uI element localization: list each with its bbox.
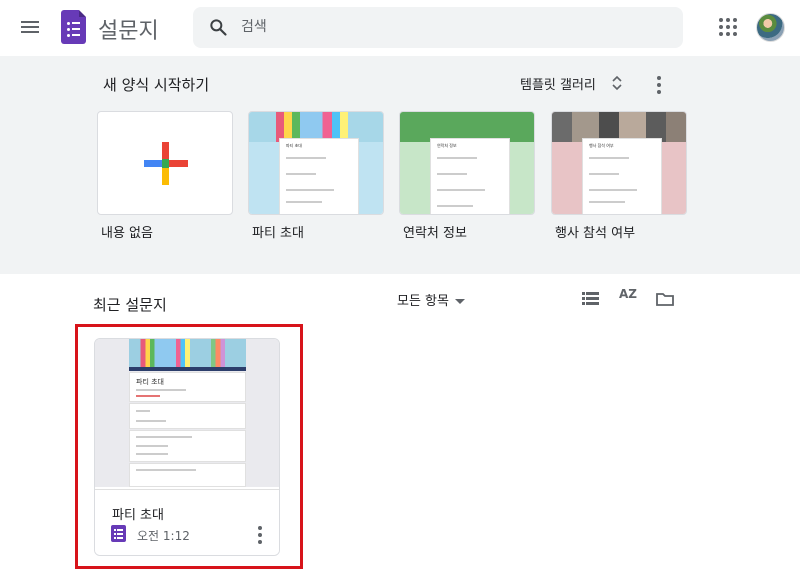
template-label: 내용 없음 bbox=[101, 226, 153, 241]
owner-filter-dropdown[interactable]: 모든 항목 bbox=[397, 290, 465, 309]
template-gallery: 새 양식 시작하기 템플릿 갤러리 내용 없음 파티 초대 파티 초대 연락처 … bbox=[0, 56, 800, 274]
template-contact-info[interactable]: 연락처 정보 bbox=[399, 111, 535, 215]
top-app-bar: 설문지 bbox=[0, 0, 800, 56]
folder-icon[interactable] bbox=[656, 292, 674, 306]
template-label: 행사 참석 여부 bbox=[555, 226, 636, 241]
search-icon[interactable] bbox=[208, 17, 228, 37]
last-opened-time: 오전 1:12 bbox=[137, 529, 190, 543]
form-card-footer: 파티 초대 오전 1:12 bbox=[95, 489, 279, 555]
search-bar[interactable] bbox=[193, 7, 683, 48]
unfold-icon[interactable] bbox=[611, 75, 623, 91]
list-view-icon[interactable] bbox=[582, 292, 599, 305]
menu-icon[interactable] bbox=[20, 18, 40, 38]
template-label: 연락처 정보 bbox=[403, 226, 467, 241]
recent-forms-heading: 최근 설문지 bbox=[93, 296, 167, 314]
dropdown-caret-icon bbox=[454, 299, 465, 304]
avatar[interactable] bbox=[756, 13, 785, 42]
form-preview-thumbnail: 파티 초대 bbox=[95, 339, 279, 487]
template-blank[interactable] bbox=[97, 111, 233, 215]
more-options-icon[interactable] bbox=[657, 76, 661, 94]
forms-logo-icon[interactable] bbox=[61, 10, 86, 44]
search-input[interactable] bbox=[241, 15, 661, 39]
template-event-rsvp[interactable]: 행사 참석 여부 bbox=[551, 111, 687, 215]
template-label: 파티 초대 bbox=[252, 226, 304, 241]
template-party-invite[interactable]: 파티 초대 bbox=[248, 111, 384, 215]
forms-icon bbox=[111, 525, 126, 542]
apps-icon[interactable] bbox=[718, 17, 738, 37]
sort-az-icon[interactable]: AZ bbox=[619, 288, 637, 300]
form-title: 파티 초대 bbox=[112, 508, 164, 523]
app-title[interactable]: 설문지 bbox=[98, 13, 159, 45]
gallery-heading: 새 양식 시작하기 bbox=[103, 76, 210, 94]
more-options-icon[interactable] bbox=[258, 526, 262, 544]
template-gallery-button[interactable]: 템플릿 갤러리 bbox=[520, 74, 596, 93]
recent-form-card[interactable]: 파티 초대 파티 초대 오전 1:12 bbox=[94, 338, 280, 556]
